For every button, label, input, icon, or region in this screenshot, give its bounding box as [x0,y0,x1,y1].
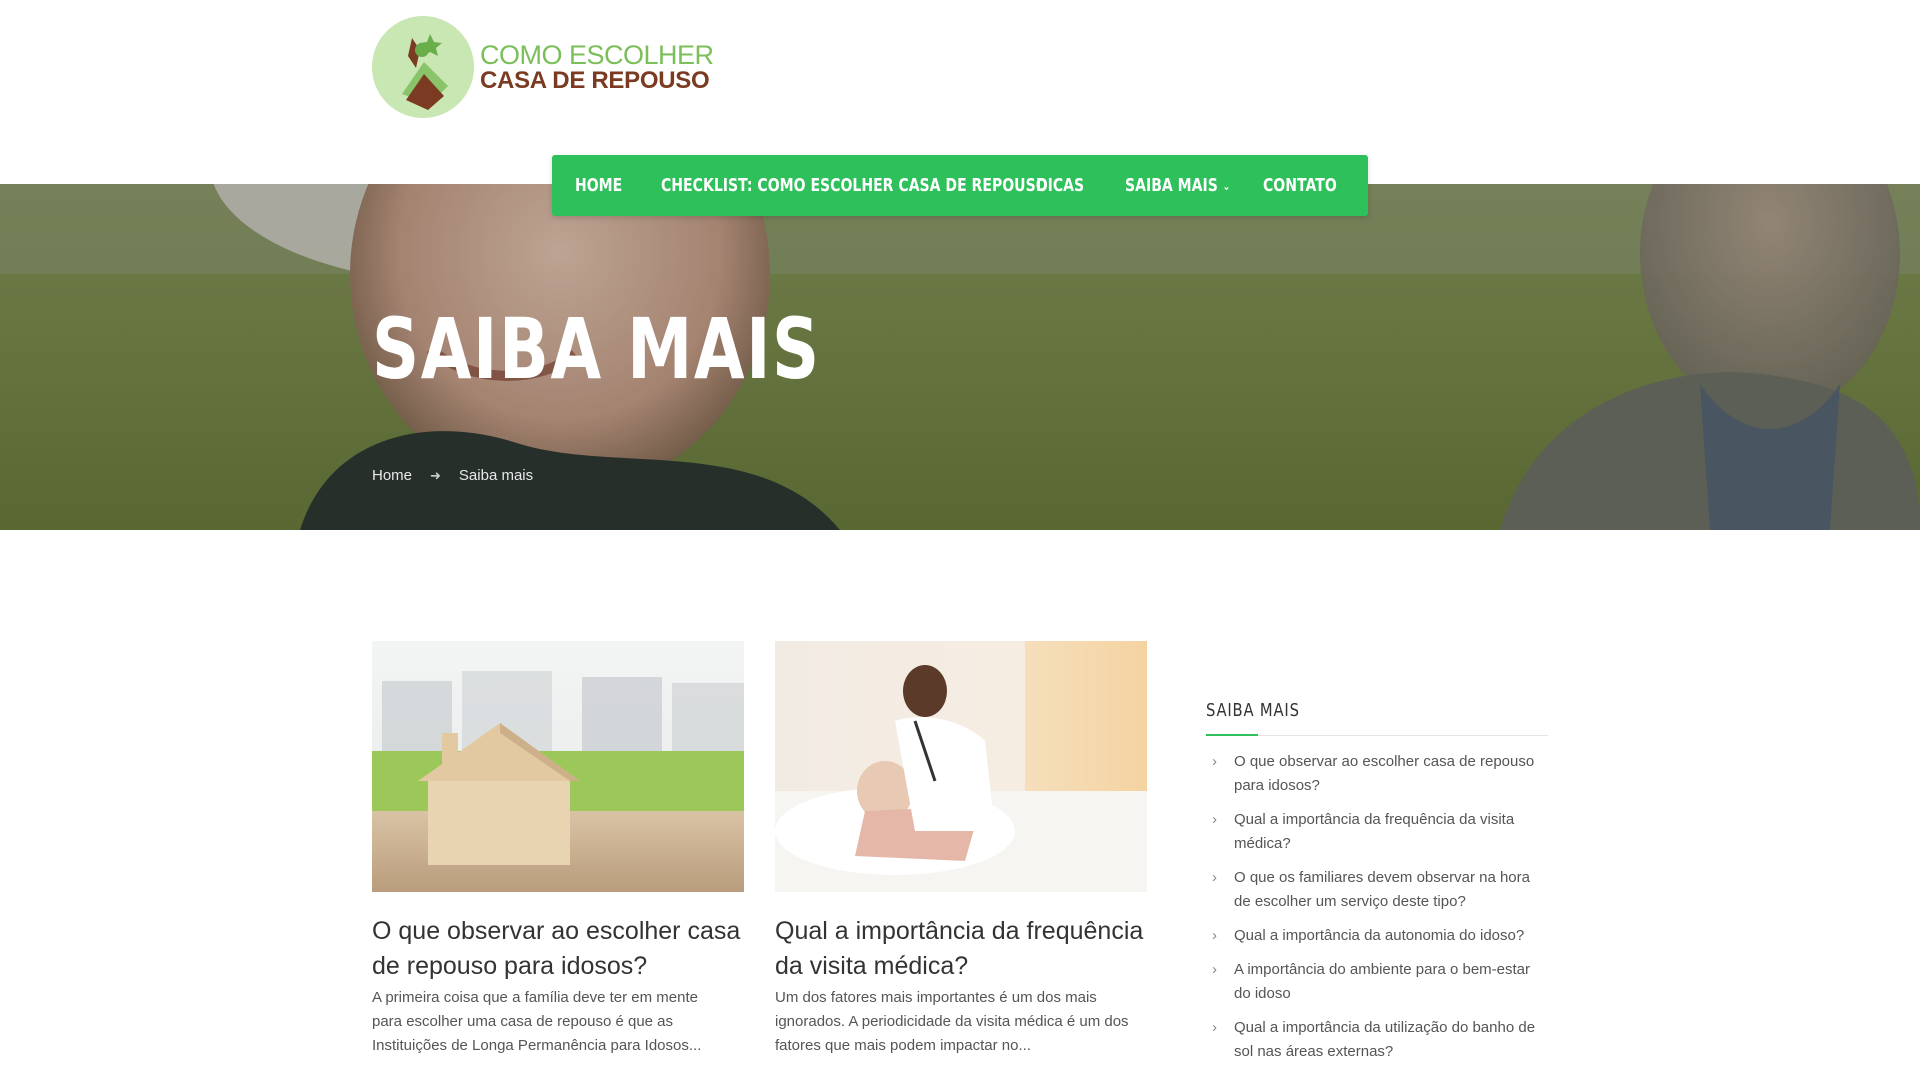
post-card: O que observar ao escolher casa de repou… [372,641,744,1058]
nav-item-saiba-mais[interactable]: SAIBA MAIS ⌄ [1125,175,1233,196]
nav-item-home[interactable]: HOME [575,175,642,196]
chevron-right-icon: › [1212,927,1217,944]
sidebar-link[interactable]: › O que os familiares devem observar na h… [1206,866,1548,914]
post-excerpt: Um dos fatores mais importantes é um dos… [775,989,1129,1054]
sidebar-link[interactable]: › Qual a importância da utilização do ban… [1206,1016,1548,1064]
nav-item-dicas[interactable]: DICAS [1036,175,1105,196]
sidebar-widget-title: SAIBA MAIS [1206,700,1300,721]
post-card: Qual a importância da frequência da visi… [775,641,1147,1058]
sidebar-link-label: A importância do ambiente para o bem-est… [1234,961,1530,1002]
hero-banner: SAIBA MAIS Home ➜ Saiba mais [0,184,1920,530]
nav-item-label: SAIBA MAIS [1125,175,1218,196]
sidebar-link-list: › O que observar ao escolher casa de repo… [1206,750,1548,1064]
nav-item-checklist[interactable]: CHECKLIST: COMO ESCOLHER CASA DE REPOUSO [661,175,1048,196]
chevron-right-icon: › [1212,1019,1217,1036]
logo-title-line1: COMO ESCOLHER [480,39,714,70]
nav-item-contato[interactable]: CONTATO [1263,175,1337,196]
site-logo[interactable]: COMO ESCOLHER CASA DE REPOUSO [372,16,714,118]
sidebar-link-label: Qual a importância da autonomia do idoso… [1234,927,1525,944]
sidebar-widget: SAIBA MAIS › O que observar ao escolher c… [1206,700,1548,1074]
hero-overlay [0,184,1920,530]
sidebar-link-label: Qual a importância da frequência da visi… [1234,811,1515,852]
logo-title-line2: CASA DE REPOUSO [480,66,710,94]
chevron-right-icon: › [1212,811,1217,828]
post-excerpt: A primeira coisa que a família deve ter … [372,989,702,1054]
sidebar-link[interactable]: › Qual a importância da frequência da vis… [1206,808,1548,856]
sidebar-link[interactable]: › A importância do ambiente para o bem-es… [1206,958,1548,1006]
nav-item-label: CONTATO [1263,175,1337,196]
post-thumbnail-house[interactable] [372,641,744,892]
breadcrumb-current: Saiba mais [458,467,534,484]
sidebar-link-label: Qual a importância da utilização do banh… [1234,1019,1536,1060]
post-thumbnail-doctor-visit[interactable] [775,641,1147,892]
sidebar-link[interactable]: › Qual a importância da autonomia do idos… [1206,924,1548,948]
chevron-right-icon: › [1212,753,1217,770]
chevron-down-icon: ⌄ [1222,178,1231,193]
nav-item-label: DICAS [1036,175,1085,196]
sidebar-link[interactable]: › O que observar ao escolher casa de repo… [1206,750,1548,798]
chevron-right-icon: › [1212,869,1217,886]
post-title[interactable]: O que observar ao escolher casa de repou… [372,914,744,984]
main-navigation: HOME CHECKLIST: COMO ESCOLHER CASA DE RE… [552,155,1368,216]
chevron-right-icon: › [1212,961,1217,978]
breadcrumb: Home ➜ Saiba mais [372,467,533,484]
nav-item-label: HOME [575,175,623,196]
nav-item-label: CHECKLIST: COMO ESCOLHER CASA DE REPOUSO [661,175,1048,196]
breadcrumb-home-link[interactable]: Home [372,467,412,484]
page-title: SAIBA MAIS [372,300,821,398]
breadcrumb-separator-icon: ➜ [430,467,441,483]
sidebar-divider [1206,734,1548,736]
sidebar-link-label: O que os familiares devem observar na ho… [1234,869,1530,910]
sidebar-link-label: O que observar ao escolher casa de repou… [1234,753,1535,794]
logo-emblem-icon [372,16,474,118]
post-title[interactable]: Qual a importância da frequência da visi… [775,914,1147,984]
